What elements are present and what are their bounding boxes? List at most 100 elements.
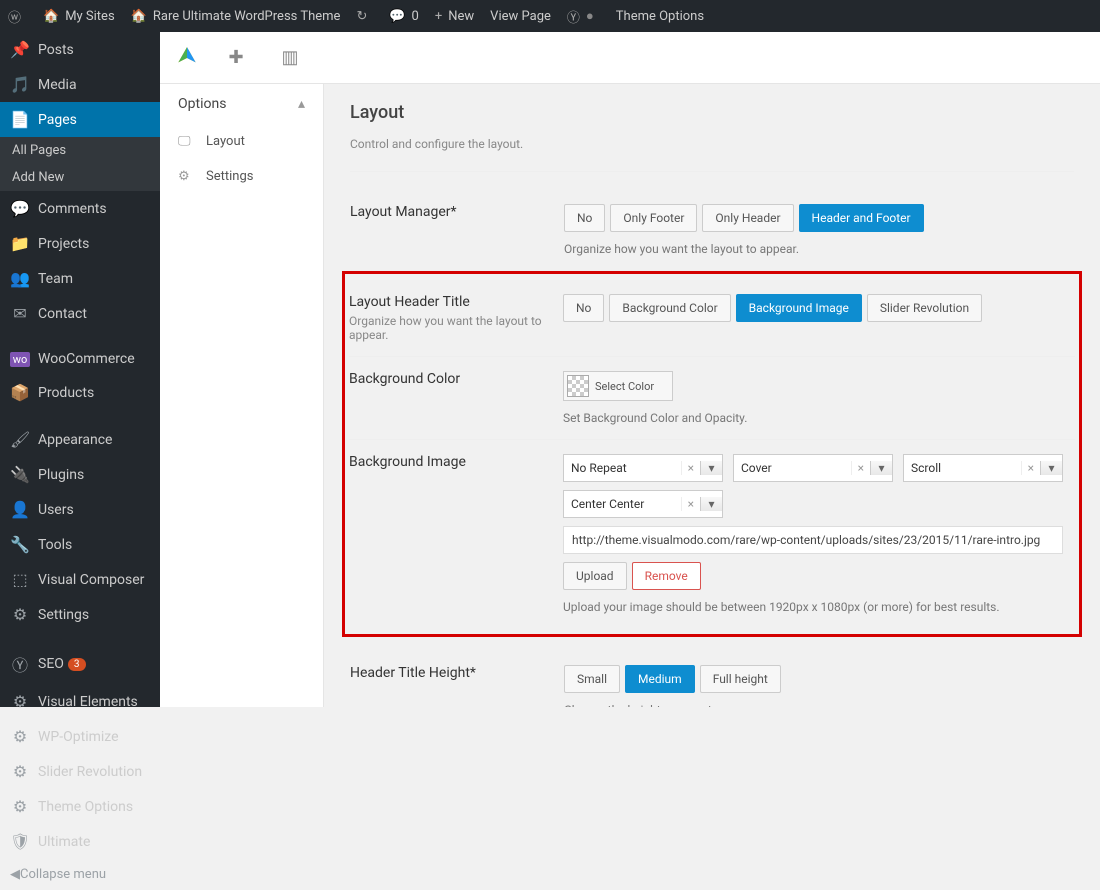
framework-logo[interactable]: [174, 45, 200, 71]
wp-logo[interactable]: ⓦ: [0, 0, 35, 32]
mail-icon: ✉: [10, 304, 30, 323]
page-description: Control and configure the layout.: [350, 127, 1074, 172]
field-layout-manager: Layout Manager* No Only Footer Only Head…: [350, 190, 1074, 271]
menu-appearance[interactable]: 🖌Appearance: [0, 422, 160, 457]
sublabel-header-title: Organize how you want the layout to appe…: [349, 314, 563, 342]
field-bg-image: Background Image No Repeat×▾ Cover×▾ Scr…: [349, 440, 1075, 628]
header-height-full[interactable]: Full height: [700, 665, 781, 693]
submenu-add-new[interactable]: Add New: [0, 164, 160, 191]
gear-icon: ⚙: [10, 692, 30, 711]
gear-icon: ⚙: [10, 762, 30, 781]
help-header-height: Choose the height you want.: [564, 703, 1074, 707]
menu-tools[interactable]: 🔧Tools: [0, 527, 160, 562]
highlighted-section: Layout Header Title Organize how you wan…: [342, 271, 1082, 637]
chevron-down-icon[interactable]: ▾: [1040, 461, 1062, 475]
menu-team[interactable]: 👥Team: [0, 261, 160, 296]
folder-icon: 📁: [10, 234, 30, 253]
collapse-icon: ◀: [10, 867, 20, 882]
menu-posts[interactable]: 📌Posts: [0, 32, 160, 67]
pin-icon: 📌: [10, 40, 30, 59]
pages-submenu: All Pages Add New: [0, 137, 160, 191]
add-icon[interactable]: ✚: [218, 40, 254, 76]
submenu-all-pages[interactable]: All Pages: [0, 137, 160, 164]
tab-layout[interactable]: 🖵Layout: [160, 124, 323, 159]
menu-woocommerce[interactable]: woWooCommerce: [0, 343, 160, 375]
options-content: Layout Control and configure the layout.…: [324, 84, 1100, 707]
layout-manager-header-footer[interactable]: Header and Footer: [799, 204, 924, 232]
color-swatch: [567, 375, 589, 397]
menu-ultimate[interactable]: 🛡Ultimate: [0, 824, 160, 859]
view-page[interactable]: View Page: [482, 0, 559, 32]
options-accordion-header[interactable]: Options ▴: [160, 84, 323, 124]
clear-icon[interactable]: ×: [681, 497, 700, 511]
upload-button[interactable]: Upload: [563, 562, 627, 590]
plug-icon: 🔌: [10, 465, 30, 484]
field-bg-color: Background Color Select Color Set Backgr…: [349, 357, 1075, 440]
clear-icon[interactable]: ×: [851, 461, 870, 475]
sliders-icon: ⚙: [10, 605, 30, 624]
new-content[interactable]: +New: [427, 0, 482, 32]
menu-pages[interactable]: 📄Pages: [0, 102, 160, 137]
header-height-small[interactable]: Small: [564, 665, 620, 693]
header-title-bg-color[interactable]: Background Color: [609, 294, 730, 322]
menu-plugins[interactable]: 🔌Plugins: [0, 457, 160, 492]
clear-icon[interactable]: ×: [681, 461, 700, 475]
help-bg-image: Upload your image should be between 1920…: [563, 600, 1075, 614]
vc-icon: ⬚: [10, 570, 30, 589]
chevron-up-icon: ▴: [298, 96, 305, 112]
layout-manager-only-header[interactable]: Only Header: [702, 204, 793, 232]
menu-seo[interactable]: ⓎSEO3: [0, 644, 160, 684]
seo-badge: 3: [68, 658, 86, 671]
clear-icon[interactable]: ×: [1021, 461, 1040, 475]
menu-comments[interactable]: 💬Comments: [0, 191, 160, 226]
updates[interactable]: ↻: [348, 0, 381, 32]
header-title-no[interactable]: No: [563, 294, 604, 322]
menu-media[interactable]: 🎵Media: [0, 67, 160, 102]
comment-icon: 💬: [10, 199, 30, 218]
menu-settings[interactable]: ⚙Settings: [0, 597, 160, 632]
bg-image-url[interactable]: [563, 526, 1063, 554]
collapse-menu[interactable]: ◀Collapse menu: [0, 859, 160, 890]
menu-visual-elements[interactable]: ⚙Visual Elements: [0, 684, 160, 719]
layout-manager-only-footer[interactable]: Only Footer: [610, 204, 697, 232]
theme-options-link[interactable]: Theme Options: [608, 0, 712, 32]
menu-slider-revolution[interactable]: ⚙Slider Revolution: [0, 754, 160, 789]
label-layout-manager: Layout Manager*: [350, 204, 564, 256]
menu-visual-composer[interactable]: ⬚Visual Composer: [0, 562, 160, 597]
select-position[interactable]: Center Center×▾: [563, 490, 723, 518]
menu-wp-optimize[interactable]: ⚙WP-Optimize: [0, 719, 160, 754]
woo-icon: wo: [10, 352, 30, 367]
field-header-title: Layout Header Title Organize how you wan…: [349, 280, 1075, 357]
select-repeat[interactable]: No Repeat×▾: [563, 454, 723, 482]
chevron-down-icon[interactable]: ▾: [870, 461, 892, 475]
layout-icon[interactable]: ▥: [272, 40, 308, 76]
admin-bar: ⓦ 🏠My Sites 🏠Rare Ultimate WordPress The…: [0, 0, 1100, 32]
page-icon: 📄: [10, 110, 30, 129]
site-name[interactable]: 🏠Rare Ultimate WordPress Theme: [123, 0, 349, 32]
chevron-down-icon[interactable]: ▾: [700, 461, 722, 475]
menu-users[interactable]: 👤Users: [0, 492, 160, 527]
header-title-bg-image[interactable]: Background Image: [736, 294, 862, 322]
color-picker[interactable]: Select Color: [563, 371, 673, 401]
chevron-down-icon[interactable]: ▾: [700, 497, 722, 511]
options-sidebar: Options ▴ 🖵Layout ⚙Settings: [160, 84, 324, 707]
meta-topbar: ✚ ▥: [160, 32, 1100, 84]
menu-contact[interactable]: ✉Contact: [0, 296, 160, 331]
tab-settings[interactable]: ⚙Settings: [160, 159, 323, 194]
menu-projects[interactable]: 📁Projects: [0, 226, 160, 261]
select-size[interactable]: Cover×▾: [733, 454, 893, 482]
label-header-title: Layout Header Title: [349, 294, 563, 310]
field-header-height: Header Title Height* Small Medium Full h…: [350, 651, 1074, 707]
monitor-icon: 🖵: [178, 134, 198, 149]
remove-button[interactable]: Remove: [632, 562, 701, 590]
my-sites[interactable]: 🏠My Sites: [35, 0, 123, 32]
yoast[interactable]: Ⓨ●: [559, 0, 608, 32]
comments-count[interactable]: 💬0: [381, 0, 427, 32]
select-attachment[interactable]: Scroll×▾: [903, 454, 1063, 482]
menu-products[interactable]: 📦Products: [0, 375, 160, 410]
menu-theme-options[interactable]: ⚙Theme Options: [0, 789, 160, 824]
label-header-height: Header Title Height*: [350, 665, 564, 707]
layout-manager-no[interactable]: No: [564, 204, 605, 232]
header-title-slider[interactable]: Slider Revolution: [867, 294, 982, 322]
header-height-medium[interactable]: Medium: [625, 665, 695, 693]
